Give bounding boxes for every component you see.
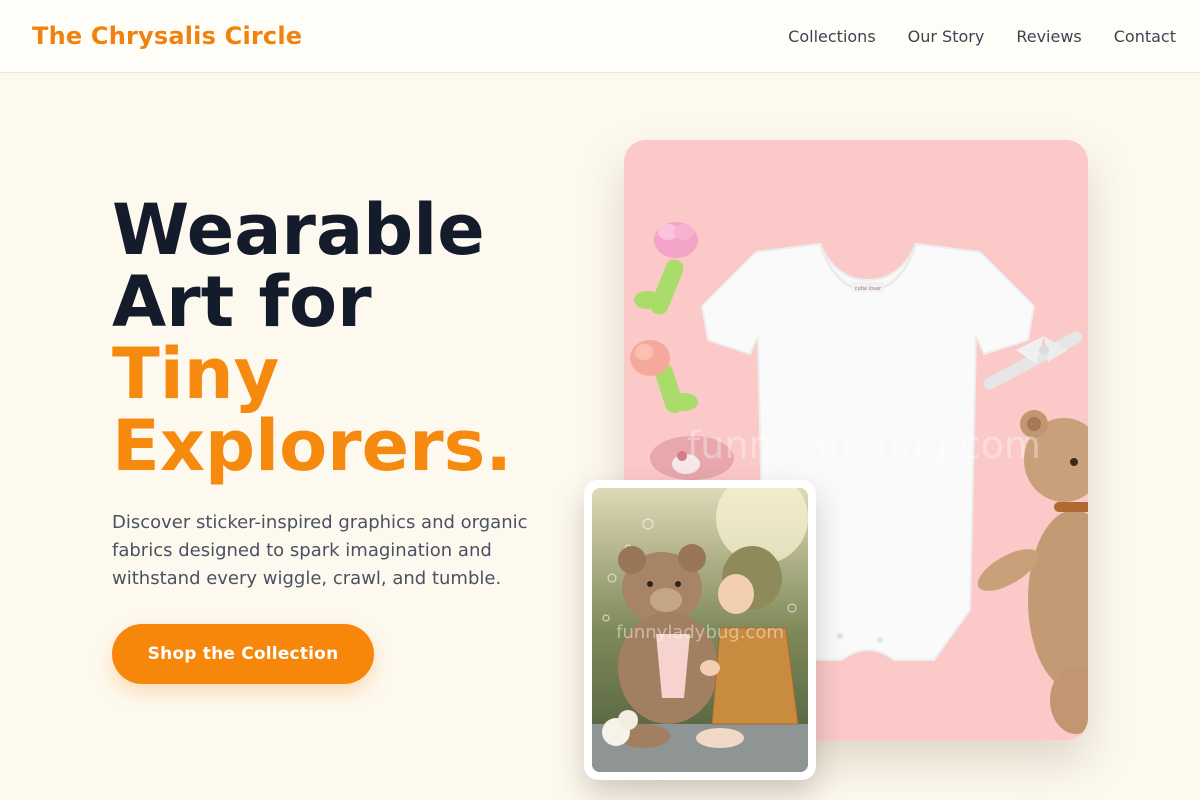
nav-item-collections[interactable]: Collections [788, 27, 875, 46]
brand-logo[interactable]: The Chrysalis Circle [32, 22, 302, 50]
nav-item-reviews[interactable]: Reviews [1016, 27, 1081, 46]
baby-with-teddy-photo: funnyladybug.com [592, 488, 808, 772]
hero-title-accent: Explorers. [112, 405, 512, 487]
inset-photo-card: funnyladybug.com [584, 480, 816, 780]
hero-title: Wearable Art for Tiny Explorers. [112, 194, 592, 482]
image-watermark: funnyladybug.com [687, 423, 1041, 467]
nav-item-contact[interactable]: Contact [1114, 27, 1176, 46]
site-header: The Chrysalis Circle Collections Our Sto… [0, 0, 1200, 73]
baby-teddy-illustration: funnyladybug.com [592, 488, 808, 772]
shop-collection-button[interactable]: Shop the Collection [112, 624, 374, 684]
hero-description: Discover sticker-inspired graphics and o… [112, 512, 528, 589]
hero-title-line: Wearable [112, 189, 485, 271]
hero-title-line: Art for [112, 261, 372, 343]
onesie-tag-text: cutie lover [855, 286, 882, 292]
image-watermark: funnyladybug.com [616, 622, 784, 643]
nav-item-our-story[interactable]: Our Story [908, 27, 985, 46]
hero-title-accent: Tiny [112, 333, 280, 415]
main-nav: Collections Our Story Reviews Contact [788, 27, 1176, 46]
